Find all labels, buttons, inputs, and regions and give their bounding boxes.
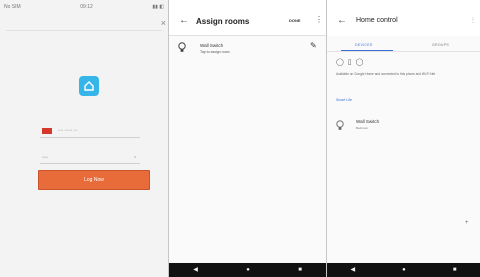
home-icon xyxy=(84,81,94,91)
nav-home-icon[interactable]: ● xyxy=(246,267,250,273)
device-subtitle: Tap to assign room xyxy=(200,50,230,54)
app-bar: ← Assign rooms DONE ⋮ xyxy=(169,0,326,36)
status-bar: No SIM 09:12 ▮▮ ◧ xyxy=(0,0,168,14)
info-text: Available on Google Home and connected t… xyxy=(336,72,436,76)
device-name: Wall Switch xyxy=(200,43,224,48)
device-type-icons: ◯ ▯ ◯ xyxy=(336,59,365,66)
edit-pencil-icon[interactable]: ✎ xyxy=(310,41,317,50)
nav-recents-icon[interactable]: ■ xyxy=(453,267,457,273)
back-arrow-icon[interactable]: ← xyxy=(337,15,347,26)
app-bar: ← Home control ⋮ xyxy=(327,0,480,36)
status-time: 09:12 xyxy=(80,4,93,10)
close-icon[interactable]: × xyxy=(161,18,166,28)
smart-life-link[interactable]: Smart Life xyxy=(336,98,352,102)
status-carrier: No SIM xyxy=(4,4,21,10)
tab-devices[interactable]: DEVICES xyxy=(355,43,372,47)
done-button[interactable]: DONE xyxy=(289,18,301,23)
add-icon[interactable]: + xyxy=(465,220,469,226)
more-options-icon[interactable]: ⋮ xyxy=(470,17,476,24)
system-nav-bar: ◀ ● ■ xyxy=(169,263,326,277)
nav-back-icon[interactable]: ◀ xyxy=(351,267,356,273)
status-icons: ▮▮ ◧ xyxy=(152,4,164,10)
more-options-icon[interactable]: ⋮ xyxy=(315,15,323,24)
page-title: Assign rooms xyxy=(196,17,250,26)
back-arrow-icon[interactable]: ← xyxy=(179,15,189,26)
lightbulb-icon xyxy=(178,42,186,52)
password-input[interactable]: •••••• xyxy=(42,155,48,159)
password-input-underline xyxy=(40,163,140,164)
page-title: Home control xyxy=(356,17,398,24)
app-logo xyxy=(79,76,99,96)
tab-baseline xyxy=(327,51,480,52)
tab-groups[interactable]: GROUPS xyxy=(432,43,449,47)
nav-home-icon[interactable]: ● xyxy=(402,267,406,273)
tab-active-indicator xyxy=(341,50,393,51)
home-control-screen: ← Home control ⋮ DEVICES GROUPS ◯ ▯ ◯ Av… xyxy=(326,0,480,277)
login-screen: No SIM 09:12 ▮▮ ◧ × •••• •••••• ••• ••••… xyxy=(0,0,168,277)
device-subtitle: Bedroom xyxy=(356,126,369,130)
password-visibility-icon[interactable]: o xyxy=(134,154,136,159)
system-nav-bar: ◀ ● ■ xyxy=(327,263,480,277)
country-flag-icon[interactable] xyxy=(42,128,52,134)
phone-input[interactable]: •••• •••••• ••• xyxy=(58,128,78,132)
login-button[interactable]: Log Now xyxy=(38,170,150,190)
nav-recents-icon[interactable]: ■ xyxy=(298,267,302,273)
phone-input-underline xyxy=(40,137,140,138)
divider xyxy=(6,30,162,31)
assign-rooms-screen: ← Assign rooms DONE ⋮ Wall Switch Tap to… xyxy=(168,0,326,277)
nav-back-icon[interactable]: ◀ xyxy=(193,267,198,273)
device-name: Wall Switch xyxy=(356,119,380,124)
lightbulb-icon xyxy=(336,120,344,130)
